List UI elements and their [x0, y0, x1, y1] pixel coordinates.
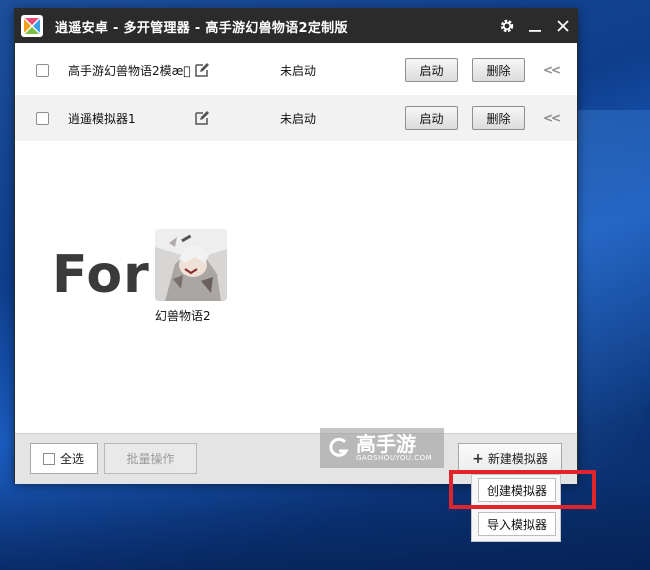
collapse-chevron-icon[interactable]: << [543, 111, 561, 125]
emulator-row: 高手游幻兽物语2模æ  未启动 启动 删除 << [15, 47, 577, 93]
start-button[interactable]: 启动 [405, 106, 458, 130]
new-emulator-label: 新建模拟器 [487, 452, 548, 466]
emulator-name: 逍遥模拟器1 [68, 111, 136, 126]
delete-button[interactable]: 删除 [472, 106, 525, 130]
close-icon[interactable] [549, 9, 577, 43]
emulator-status: 未启动 [280, 111, 317, 126]
batch-operation-button[interactable]: 批量操作 [104, 443, 197, 474]
title-bar[interactable]: 逍遥安卓 - 多开管理器 - 高手游幻兽物语2定制版 [15, 9, 577, 43]
watermark-brand: 高手游 [356, 432, 416, 456]
plus-icon: + [472, 450, 484, 467]
edit-icon[interactable] [194, 110, 210, 126]
select-all-checkbox[interactable] [43, 452, 55, 465]
watermark-logo-icon [329, 437, 349, 457]
emulator-name: 高手游幻兽物语2模æ  [68, 63, 191, 78]
game-name-caption: 幻兽物语2 [155, 309, 211, 323]
emulator-row: 逍遥模拟器1 未启动 启动 删除 << [15, 95, 577, 141]
edit-icon[interactable] [194, 62, 210, 78]
for-overlay-text: For [52, 245, 150, 305]
select-all-button[interactable]: 全选 [30, 443, 98, 474]
row-checkbox[interactable] [36, 111, 49, 125]
select-all-label: 全选 [60, 452, 85, 466]
game-icon [155, 229, 227, 301]
emulator-status: 未启动 [280, 63, 317, 78]
row-checkbox[interactable] [36, 63, 49, 77]
site-watermark: 高手游 GAOSHOUYOU.COM [320, 428, 444, 468]
red-highlight-annotation [449, 470, 596, 509]
delete-button[interactable]: 删除 [472, 58, 525, 82]
multi-instance-manager-window: 逍遥安卓 - 多开管理器 - 高手游幻兽物语2定制版 高手游幻兽物语2模æ  未… [14, 8, 578, 484]
start-button[interactable]: 启动 [405, 58, 458, 82]
import-emulator-menu-item[interactable]: 导入模拟器 [478, 512, 556, 536]
window-title: 逍遥安卓 - 多开管理器 - 高手游幻兽物语2定制版 [55, 20, 348, 36]
collapse-chevron-icon[interactable]: << [543, 63, 561, 77]
settings-gear-icon[interactable] [493, 9, 521, 43]
app-logo-icon [21, 15, 43, 37]
watermark-url: GAOSHOUYOU.COM [356, 454, 433, 462]
minimize-icon[interactable] [521, 9, 549, 43]
